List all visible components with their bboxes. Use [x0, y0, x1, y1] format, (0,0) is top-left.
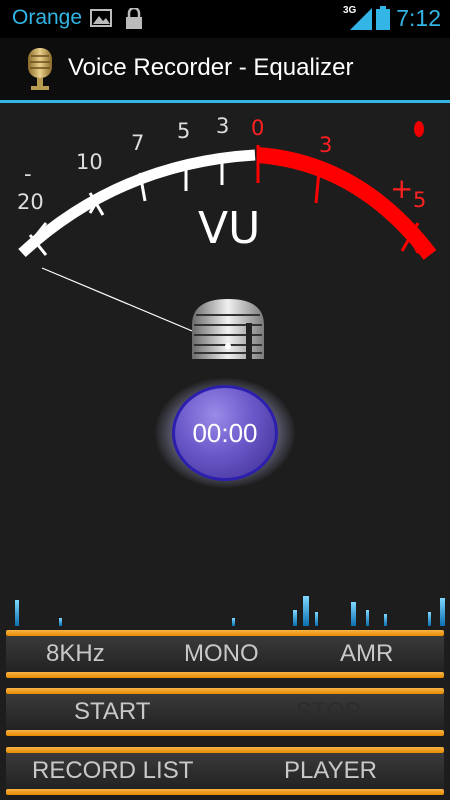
- format-button[interactable]: AMR: [340, 640, 393, 668]
- scale-label: 5: [413, 188, 426, 212]
- microphone-icon: [192, 299, 264, 359]
- channels-button[interactable]: MONO: [184, 640, 259, 668]
- start-button[interactable]: START: [74, 698, 150, 726]
- record-list-button[interactable]: RECORD LIST: [32, 757, 193, 785]
- meter-ticks-white: [28, 159, 224, 256]
- peak-indicator: [414, 121, 424, 137]
- spectrum-bars: [15, 596, 445, 626]
- vu-label: VU: [198, 203, 260, 254]
- gallery-icon: [90, 9, 112, 27]
- player-button[interactable]: PLAYER: [284, 757, 377, 785]
- scale-label: 3: [319, 133, 332, 157]
- carrier-name: Orange: [12, 6, 83, 29]
- scale-label: 3: [216, 114, 229, 138]
- status-bar: Orange 3G 7:12: [0, 0, 450, 38]
- scale-label: 5: [177, 119, 190, 143]
- scale-label: -: [24, 162, 32, 186]
- page-title: Voice Recorder - Equalizer: [68, 54, 354, 81]
- scale-label: +: [390, 172, 413, 205]
- scale-label: 10: [76, 150, 103, 174]
- vu-meter: - 20 10 7 5 3 0 3 + 5 VU: [17, 114, 437, 359]
- signal-icon: [350, 8, 372, 30]
- lock-icon: [126, 8, 142, 29]
- settings-row: 8KHz MONO AMR: [6, 630, 444, 678]
- scale-label: 7: [131, 131, 144, 155]
- record-timer[interactable]: 00:00: [172, 385, 278, 481]
- meter-arc-red: [257, 147, 437, 260]
- scale-label: 20: [17, 190, 44, 214]
- nav-row: RECORD LIST PLAYER: [6, 747, 444, 795]
- sample-rate-button[interactable]: 8KHz: [46, 640, 105, 668]
- microphone-icon[interactable]: [22, 46, 58, 92]
- stop-button[interactable]: STOP: [296, 698, 361, 726]
- spectrum-equalizer: [15, 596, 445, 626]
- control-row: START STOP: [6, 688, 444, 736]
- scale-label: 0: [251, 116, 264, 140]
- action-bar: Voice Recorder - Equalizer: [0, 38, 450, 100]
- clock: 7:12: [396, 5, 441, 31]
- battery-icon: [376, 6, 390, 30]
